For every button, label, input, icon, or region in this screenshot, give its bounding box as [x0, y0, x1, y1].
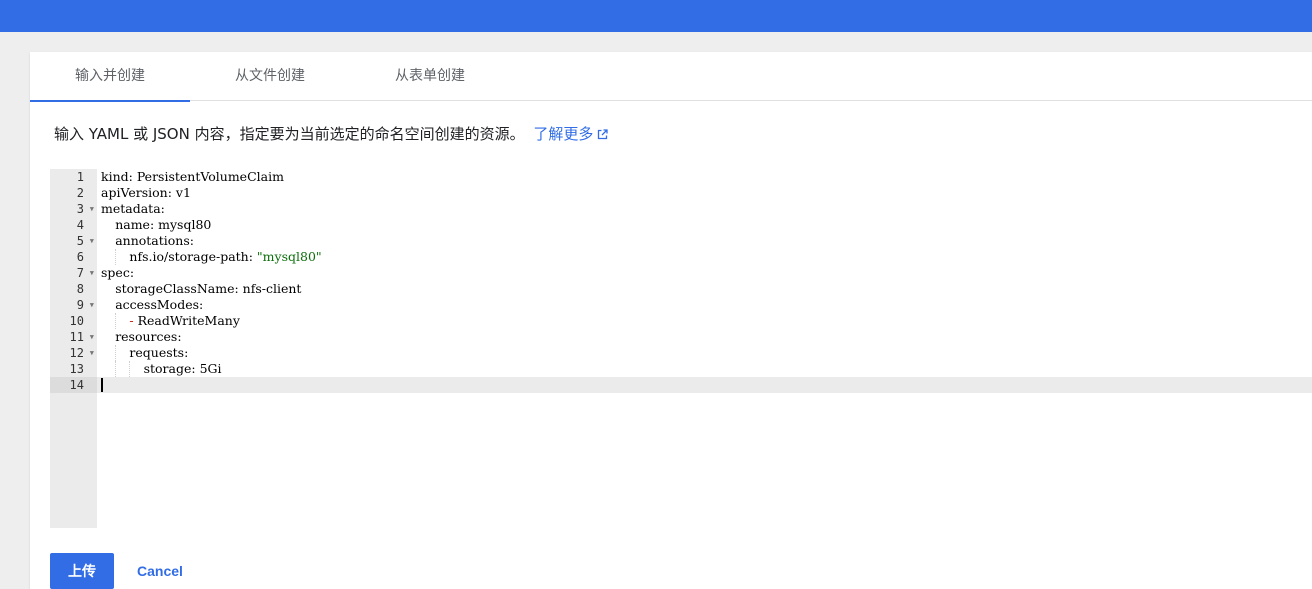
- yaml-value: ReadWriteMany: [137, 313, 240, 328]
- code-line: metadata:: [97, 201, 1312, 217]
- code-line: storageClassName: nfs-client: [97, 281, 1312, 297]
- indent-guide: [115, 361, 117, 377]
- yaml-key: requests:: [129, 345, 189, 360]
- line-number: 6: [50, 249, 97, 265]
- yaml-key: resources:: [115, 329, 182, 344]
- description-text: 输入 YAML 或 JSON 内容，指定要为当前选定的命名空间创建的资源。: [54, 125, 525, 143]
- line-number: 5 ▼: [50, 233, 97, 249]
- yaml-key: nfs.io/storage-path:: [129, 249, 253, 264]
- yaml-value: nfs-client: [238, 281, 302, 296]
- line-number-text: 14: [69, 378, 84, 392]
- tab-input-create[interactable]: 输入并创建: [30, 52, 190, 102]
- tab-form-create[interactable]: 从表单创建: [350, 52, 510, 101]
- fold-arrow-icon[interactable]: ▼: [90, 265, 94, 281]
- yaml-value: mysql80: [154, 217, 212, 232]
- yaml-key: kind:: [101, 169, 133, 184]
- line-number-text: 5: [76, 234, 84, 248]
- yaml-key: accessModes:: [115, 297, 204, 312]
- yaml-value: 5Gi: [195, 361, 222, 376]
- create-resource-card: 输入并创建 从文件创建 从表单创建 输入 YAML 或 JSON 内容，指定要为…: [30, 52, 1312, 589]
- description: 输入 YAML 或 JSON 内容，指定要为当前选定的命名空间创建的资源。 了解…: [54, 124, 609, 145]
- line-number: 14: [50, 377, 97, 393]
- upload-button[interactable]: 上传: [50, 553, 114, 589]
- yaml-value: PersistentVolumeClaim: [132, 169, 284, 184]
- line-number-text: 13: [69, 362, 84, 376]
- indent-guide: [115, 345, 117, 361]
- fold-arrow-icon[interactable]: ▼: [90, 345, 94, 361]
- line-number: 10: [50, 313, 97, 329]
- yaml-key: annotations:: [115, 233, 194, 248]
- line-number: 12 ▼: [50, 345, 97, 361]
- line-number: 9 ▼: [50, 297, 97, 313]
- line-number: 13: [50, 361, 97, 377]
- yaml-editor[interactable]: 1 2 3 ▼ 4 5 ▼ 6 7 ▼ 8 9 ▼ 10 11 ▼ 12 ▼ 13 14 kind: Persiste…: [50, 169, 1312, 528]
- line-number: 3 ▼: [50, 201, 97, 217]
- cancel-button[interactable]: Cancel: [128, 553, 192, 589]
- tab-bar: 输入并创建 从文件创建 从表单创建: [30, 52, 1312, 102]
- line-number-text: 1: [76, 170, 84, 184]
- code-line: resources:: [97, 329, 1312, 345]
- line-number: 1: [50, 169, 97, 185]
- code-line: name: mysql80: [97, 217, 1312, 233]
- yaml-key: name:: [115, 217, 155, 232]
- code-line: annotations:: [97, 233, 1312, 249]
- line-number-text: 3: [76, 202, 84, 216]
- code-line: - ReadWriteMany: [97, 313, 1312, 329]
- line-number: 11 ▼: [50, 329, 97, 345]
- code-line: apiVersion: v1: [97, 185, 1312, 201]
- indent-guide: [115, 313, 117, 329]
- yaml-key: apiVersion:: [101, 185, 172, 200]
- yaml-key: storage:: [143, 361, 196, 376]
- line-number-gutter: 1 2 3 ▼ 4 5 ▼ 6 7 ▼ 8 9 ▼ 10 11 ▼ 12 ▼ 13 14: [50, 169, 97, 528]
- line-number-text: 9: [76, 298, 84, 312]
- line-number: 4: [50, 217, 97, 233]
- indent-guide: [115, 249, 117, 265]
- open-in-new-icon: [597, 125, 609, 145]
- yaml-key: metadata:: [101, 201, 165, 216]
- line-number-text: 10: [69, 314, 84, 328]
- indent-guide: [129, 361, 131, 377]
- code-line: spec:: [97, 265, 1312, 281]
- code-line: accessModes:: [97, 297, 1312, 313]
- text-cursor: [101, 378, 103, 392]
- fold-arrow-icon[interactable]: ▼: [90, 329, 94, 345]
- yaml-key: spec:: [101, 265, 135, 280]
- line-number: 7 ▼: [50, 265, 97, 281]
- fold-arrow-icon[interactable]: ▼: [90, 201, 94, 217]
- code-line: storage: 5Gi: [97, 361, 1312, 377]
- fold-arrow-icon[interactable]: ▼: [90, 233, 94, 249]
- line-number-text: 4: [76, 218, 84, 232]
- top-app-bar: [0, 0, 1312, 32]
- line-number-text: 7: [76, 266, 84, 280]
- line-number: 2: [50, 185, 97, 201]
- yaml-key: -: [129, 313, 138, 328]
- line-number-text: 12: [69, 346, 84, 360]
- tab-file-create[interactable]: 从文件创建: [190, 52, 350, 101]
- learn-more-link[interactable]: 了解更多: [533, 125, 609, 145]
- code-line: nfs.io/storage-path: "mysql80": [97, 249, 1312, 265]
- yaml-string-value: "mysql80": [252, 249, 322, 264]
- yaml-key: storageClassName:: [115, 281, 239, 296]
- line-number-text: 6: [76, 250, 84, 264]
- code-area[interactable]: kind: PersistentVolumeClaim apiVersion: v…: [97, 169, 1312, 528]
- line-number-text: 2: [76, 186, 84, 200]
- code-line: kind: PersistentVolumeClaim: [97, 169, 1312, 185]
- code-line: requests:: [97, 345, 1312, 361]
- code-line: [97, 377, 1312, 393]
- line-number-text: 8: [76, 282, 84, 296]
- line-number: 8: [50, 281, 97, 297]
- yaml-value: v1: [171, 185, 191, 200]
- fold-arrow-icon[interactable]: ▼: [90, 297, 94, 313]
- line-number-text: 11: [69, 330, 84, 344]
